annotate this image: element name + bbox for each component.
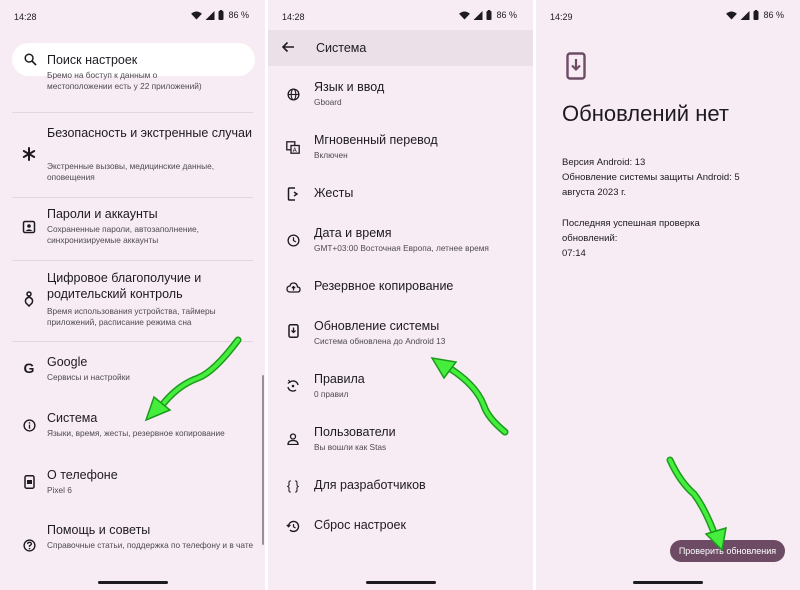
settings-screen: 14:28 86 % Поиск настроек Бремо на босту… xyxy=(0,0,265,590)
status-bar: 14:29 86 % xyxy=(536,0,800,30)
rules-icon xyxy=(284,377,302,395)
battery-icon xyxy=(753,10,759,20)
system-item-language[interactable]: Язык и ввод Gboard xyxy=(268,79,533,109)
gesture-nav-bar[interactable] xyxy=(365,581,436,584)
check-updates-button[interactable]: Проверить обновления xyxy=(670,540,785,562)
info-icon xyxy=(20,416,38,434)
system-item-date-time[interactable]: Дата и время GMT+03:00 Восточная Европа,… xyxy=(268,225,533,255)
system-update-icon xyxy=(566,52,586,80)
asterisk-icon xyxy=(20,145,38,163)
settings-item-security[interactable]: Безопасность и экстренные случаи Экстрен… xyxy=(0,125,265,191)
status-bar: 14:28 86 % xyxy=(268,0,533,30)
divider xyxy=(12,112,253,113)
settings-item-passwords[interactable]: Пароли и аккаунты Сохраненные пароли, ав… xyxy=(0,206,265,256)
braces-icon: { } xyxy=(286,477,300,493)
divider xyxy=(12,260,253,261)
signal-icon xyxy=(205,10,215,20)
signal-icon xyxy=(740,10,750,20)
search-placeholder: Поиск настроек xyxy=(47,52,138,67)
back-arrow-icon[interactable] xyxy=(281,40,295,54)
settings-item-google[interactable]: G Google Сервисы и настройки xyxy=(0,354,265,388)
wifi-icon xyxy=(459,10,471,20)
status-time: 14:29 xyxy=(550,12,573,22)
google-icon: G xyxy=(23,360,35,376)
status-bar: 14:28 86 % xyxy=(0,0,265,30)
battery-percent: 86 % xyxy=(228,10,249,20)
battery-icon xyxy=(486,10,492,20)
status-icons: 86 % xyxy=(726,10,784,20)
last-check-info: Последняя успешная проверка обновлений: … xyxy=(562,218,700,259)
system-item-reset[interactable]: Сброс настроек xyxy=(268,517,533,537)
system-item-developer[interactable]: { } Для разработчиков xyxy=(268,477,533,497)
scrollbar[interactable] xyxy=(262,375,264,545)
wifi-icon xyxy=(191,10,203,20)
status-time: 14:28 xyxy=(282,12,305,22)
system-item-live-translate[interactable]: A Мгновенный перевод Включен xyxy=(268,132,533,162)
settings-item-about-phone[interactable]: О телефоне Pixel 6 xyxy=(0,467,265,501)
system-item-rules[interactable]: Правила 0 правил xyxy=(268,371,533,401)
divider xyxy=(12,341,253,342)
person-icon xyxy=(284,430,302,448)
system-item-gestures[interactable]: Жесты xyxy=(268,185,533,205)
battery-icon xyxy=(218,10,224,20)
app-bar: Система xyxy=(268,30,533,66)
page-title: Система xyxy=(316,41,367,55)
status-time: 14:28 xyxy=(14,12,37,22)
account-box-icon xyxy=(20,218,38,236)
signal-icon xyxy=(473,10,483,20)
system-item-backup[interactable]: Резервное копирование xyxy=(268,278,533,298)
cloud-upload-icon xyxy=(284,278,302,296)
globe-icon xyxy=(284,85,302,103)
search-icon xyxy=(24,53,37,66)
location-summary: Бремо на боступ к данным о местоположени… xyxy=(47,70,202,91)
status-icons: 86 % xyxy=(191,10,249,20)
settings-item-system[interactable]: Система Языки, время, жесты, резервное к… xyxy=(0,410,265,444)
history-icon xyxy=(284,517,302,535)
system-item-users[interactable]: Пользователи Вы вошли как Stas xyxy=(268,424,533,454)
wifi-icon xyxy=(726,10,738,20)
status-icons: 86 % xyxy=(459,10,517,20)
gesture-nav-bar[interactable] xyxy=(97,581,168,584)
translate-icon: A xyxy=(284,138,302,156)
gesture-phone-icon xyxy=(284,185,302,203)
settings-item-wellbeing[interactable]: Цифровое благополучие и родительский кон… xyxy=(0,270,265,336)
system-update-screen: 14:29 86 % Обновлений нет Версия Android… xyxy=(536,0,800,590)
system-update-icon xyxy=(284,322,302,340)
system-item-system-update[interactable]: Обновление системы Система обновлена до … xyxy=(268,318,533,348)
phone-icon xyxy=(20,473,38,491)
version-info: Версия Android: 13 Обновление системы за… xyxy=(562,157,740,198)
system-screen: 14:28 86 % Система Язык и ввод Gboard A … xyxy=(268,0,533,590)
battery-percent: 86 % xyxy=(496,10,517,20)
battery-percent: 86 % xyxy=(763,10,784,20)
clock-icon xyxy=(284,231,302,249)
gesture-nav-bar[interactable] xyxy=(633,581,703,584)
divider xyxy=(12,197,253,198)
settings-item-help[interactable]: Помощь и советы Справочные статьи, подде… xyxy=(0,522,265,566)
wellbeing-icon xyxy=(20,290,38,308)
help-icon xyxy=(20,536,38,554)
page-title: Обновлений нет xyxy=(562,101,729,126)
